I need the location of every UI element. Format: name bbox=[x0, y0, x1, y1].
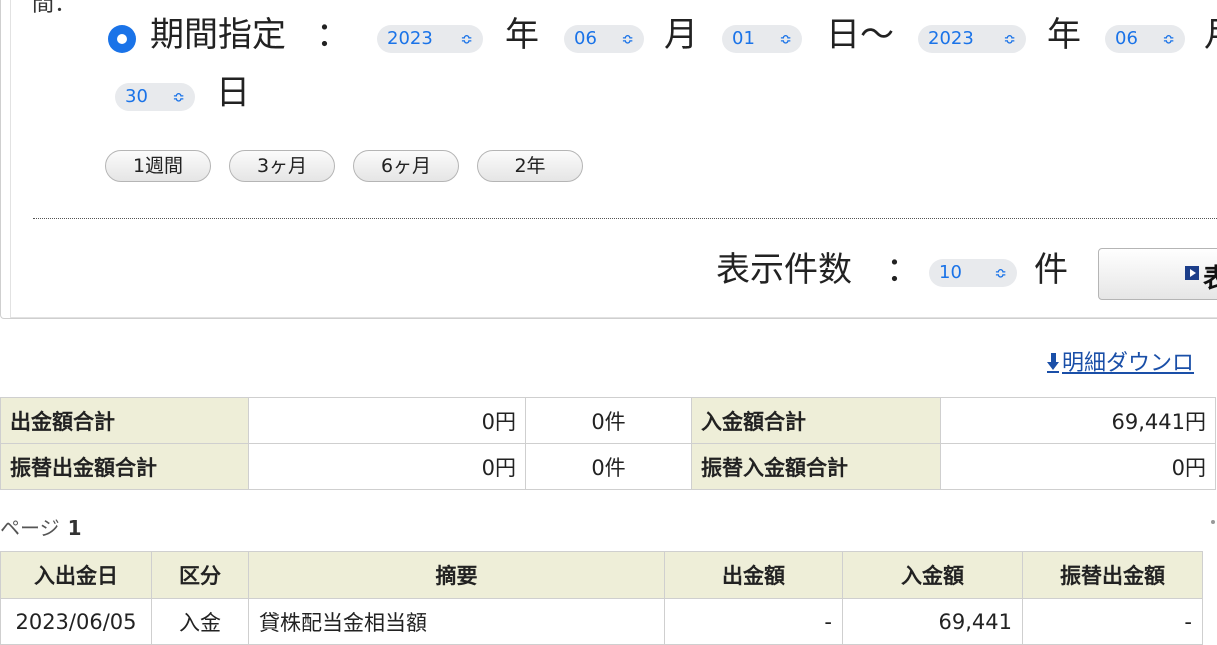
year-unit-2: 年 bbox=[1047, 15, 1081, 55]
summary-header: 出金額合計 bbox=[0, 397, 249, 444]
quick-6months-button[interactable]: 6ヶ月 bbox=[353, 150, 459, 182]
cell-description: 貸株配当金相当額 bbox=[248, 598, 665, 645]
summary-value: 0円 bbox=[248, 397, 526, 444]
from-year-select[interactable]: 2023 ≎ bbox=[377, 25, 483, 53]
quick-1week-button[interactable]: 1週間 bbox=[105, 150, 211, 182]
chevron-updown-icon: ≎ bbox=[460, 30, 473, 48]
display-button[interactable]: 表 bbox=[1098, 248, 1217, 300]
quick-3months-button[interactable]: 3ヶ月 bbox=[229, 150, 335, 182]
cell-type: 入金 bbox=[151, 598, 249, 645]
chevron-updown-icon: ≎ bbox=[994, 264, 1007, 282]
table-row: 振替出金額合計 0円 0件 振替入金額合計 0円 bbox=[0, 443, 1216, 490]
col-header-transfer-out: 振替出金額 bbox=[1022, 551, 1203, 599]
month-unit: 月 bbox=[664, 15, 698, 55]
page-indicator: ページ 1 bbox=[0, 516, 82, 540]
summary-value: 0円 bbox=[248, 443, 526, 490]
col-header-description: 摘要 bbox=[248, 551, 665, 599]
summary-header: 振替出金額合計 bbox=[0, 443, 249, 490]
to-month-select[interactable]: 06 ≎ bbox=[1105, 25, 1185, 53]
table-header-row: 入出金日 区分 摘要 出金額 入金額 振替出金額 bbox=[0, 551, 1203, 599]
from-month-select[interactable]: 06 ≎ bbox=[564, 25, 644, 53]
col-header-date: 入出金日 bbox=[0, 551, 152, 599]
to-year-select[interactable]: 2023 ≎ bbox=[918, 25, 1026, 53]
display-colon: ： bbox=[886, 250, 920, 290]
summary-value: 69,441円 bbox=[940, 397, 1216, 444]
month-unit-2: 月 bbox=[1204, 15, 1217, 55]
display-count-select[interactable]: 10 ≎ bbox=[929, 259, 1017, 287]
period-colon: ： bbox=[316, 15, 350, 55]
day-unit: 日 bbox=[216, 73, 250, 113]
summary-header: 振替入金額合計 bbox=[691, 443, 941, 490]
table-row: 2023/06/05 入金 貸株配当金相当額 - 69,441 - bbox=[0, 598, 1203, 645]
display-count-label: 表示件数 bbox=[716, 250, 852, 290]
chevron-updown-icon: ≎ bbox=[621, 30, 634, 48]
download-statement-link[interactable]: 明細ダウンロ bbox=[1046, 345, 1194, 377]
scroll-dot bbox=[1211, 520, 1215, 524]
divider bbox=[33, 218, 1217, 219]
cell-deposit: 69,441 bbox=[842, 598, 1023, 645]
col-header-withdrawal: 出金額 bbox=[664, 551, 843, 599]
summary-header: 入金額合計 bbox=[691, 397, 941, 444]
page-number: 1 bbox=[67, 516, 82, 540]
cell-withdrawal: - bbox=[664, 598, 843, 645]
day-tilde: 日〜 bbox=[826, 15, 894, 55]
download-icon bbox=[1046, 351, 1060, 373]
table-row: 出金額合計 0円 0件 入金額合計 69,441円 bbox=[0, 397, 1216, 444]
period-label-cut: 間： bbox=[32, 0, 77, 17]
play-icon bbox=[1185, 266, 1199, 280]
transaction-table: 入出金日 区分 摘要 出金額 入金額 振替出金額 2023/06/05 入金 貸… bbox=[0, 551, 1203, 645]
year-unit: 年 bbox=[505, 15, 539, 55]
summary-table: 出金額合計 0円 0件 入金額合計 69,441円 振替出金額合計 0円 0件 … bbox=[0, 397, 1216, 490]
period-radio-label: 期間指定 bbox=[150, 15, 286, 55]
period-radio-button[interactable] bbox=[108, 25, 136, 53]
col-header-type: 区分 bbox=[151, 551, 249, 599]
chevron-updown-icon: ≎ bbox=[1162, 30, 1175, 48]
summary-count: 0件 bbox=[525, 443, 692, 490]
chevron-updown-icon: ≎ bbox=[172, 88, 185, 106]
summary-count: 0件 bbox=[525, 397, 692, 444]
summary-value: 0円 bbox=[940, 443, 1216, 490]
quick-2years-button[interactable]: 2年 bbox=[477, 150, 583, 182]
col-header-deposit: 入金額 bbox=[842, 551, 1023, 599]
chevron-updown-icon: ≎ bbox=[1003, 30, 1016, 48]
display-count-unit: 件 bbox=[1034, 250, 1068, 290]
chevron-updown-icon: ≎ bbox=[779, 30, 792, 48]
from-day-select[interactable]: 01 ≎ bbox=[722, 25, 802, 53]
cell-transfer-out: - bbox=[1022, 598, 1203, 645]
cell-date: 2023/06/05 bbox=[0, 598, 152, 645]
to-day-select[interactable]: 30 ≎ bbox=[115, 83, 195, 111]
